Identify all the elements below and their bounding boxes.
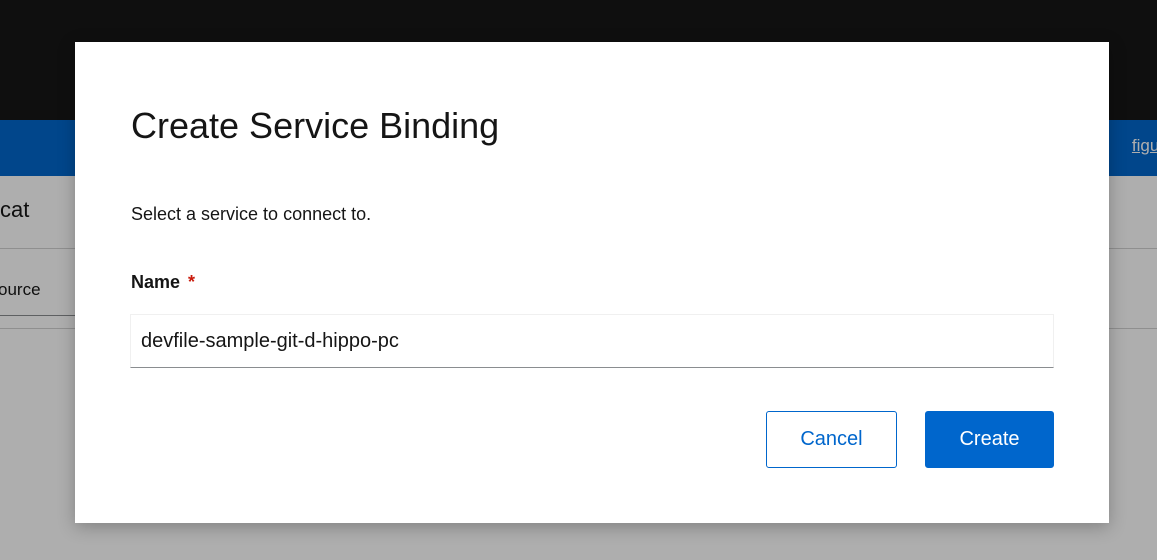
- modal-title: Create Service Binding: [131, 105, 500, 146]
- required-indicator: *: [188, 272, 196, 292]
- name-label-text: Name: [131, 272, 181, 292]
- modal-description: Select a service to connect to.: [131, 204, 372, 224]
- create-service-binding-modal: Create Service Binding Select a service …: [75, 42, 1109, 523]
- create-button[interactable]: Create: [925, 411, 1054, 468]
- cancel-button[interactable]: Cancel: [766, 411, 897, 468]
- name-field-label: Name *: [131, 272, 195, 293]
- name-input[interactable]: [130, 314, 1054, 368]
